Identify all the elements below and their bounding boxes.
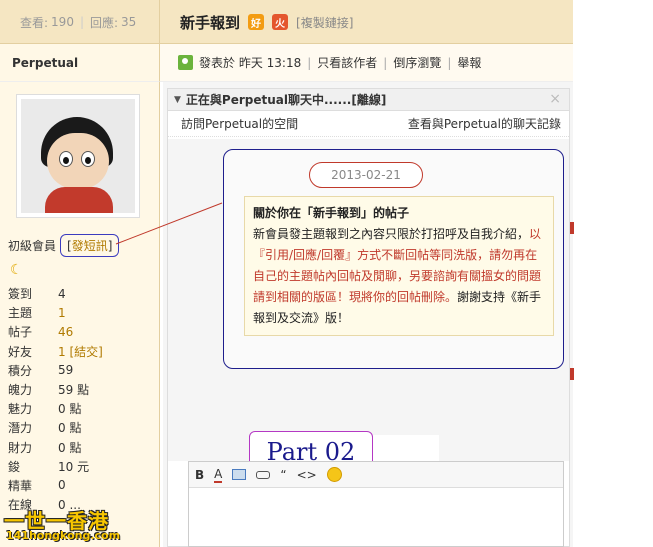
collapse-icon[interactable]: ▼ <box>174 95 181 105</box>
thread-stats: 查看: 190 | 回應: 35 <box>0 0 160 44</box>
post-timestamp: 發表於 昨天 13:18 <box>199 56 302 70</box>
moon-icon: ☾ <box>10 262 23 278</box>
chat-messages: 2013-02-21 關於你在「新手報到」的帖子 新會員發主題報到之內容只限於打… <box>168 139 569 481</box>
chat-window: ▼ 正在與Perpetual聊天中......[離線] × 訪問Perpetua… <box>167 88 570 547</box>
chat-title: 正在與Perpetual聊天中......[離線] <box>185 93 387 107</box>
copy-link-button[interactable]: [複製鏈接] <box>296 14 353 31</box>
post-meta-bar: 發表於 昨天 13:18 | 只看該作者 | 倒序瀏覽 | 舉報 <box>160 44 573 82</box>
avatar-image <box>21 99 135 213</box>
thread-title-area: 新手報到 好 火 [複製鏈接] <box>180 0 353 44</box>
replies-label: 回應: <box>90 15 119 30</box>
code-button[interactable]: <> <box>297 468 317 482</box>
page-title: 新手報到 <box>180 13 241 32</box>
divider: | <box>79 15 84 29</box>
stat-row[interactable]: 好友 1 [結交] <box>8 342 158 361</box>
thread-header: 查看: 190 | 回應: 35 新手報到 好 火 [複製鏈接] <box>0 0 573 44</box>
views-label: 查看: <box>20 15 49 30</box>
stat-row[interactable]: 帖子 46 <box>8 322 158 341</box>
stat-row[interactable]: 主題 1 <box>8 303 158 322</box>
divider: | <box>307 55 312 70</box>
editor-toolbar: B A “ <> <box>189 462 563 488</box>
chat-history-link[interactable]: 查看與Perpetual的聊天記錄 <box>408 115 561 132</box>
author-name[interactable]: Perpetual <box>0 44 160 82</box>
member-rank: 初級會員 [發短訊] <box>8 234 120 257</box>
only-author-link[interactable]: 只看該作者 <box>317 54 377 71</box>
avatar[interactable] <box>16 94 140 218</box>
divider: | <box>447 55 452 70</box>
font-color-button[interactable]: A <box>214 467 223 483</box>
send-pm-button[interactable]: [發短訊] <box>60 234 120 257</box>
post-content-area: ▼ 正在與Perpetual聊天中......[離線] × 訪問Perpetua… <box>163 82 573 547</box>
edge-fragment <box>570 222 574 234</box>
quote-button[interactable]: “ <box>280 468 286 482</box>
bold-button[interactable]: B <box>195 468 204 482</box>
rank-label: 初級會員 <box>8 239 57 253</box>
message-heading: 關於你在「新手報到」的帖子 <box>253 206 410 220</box>
edge-fragment <box>570 368 574 380</box>
message-body: 新會員發主題報到之內容只限於打招呼及自我介紹，以『引用/回應/回覆』方式不斷回帖… <box>253 227 542 325</box>
stat-row: 魅力 0 點 <box>8 402 82 417</box>
message-date: 2013-02-21 <box>309 162 423 188</box>
views-count: 190 <box>51 15 74 29</box>
link-icon[interactable] <box>256 470 271 479</box>
chat-links: 訪問Perpetual的空間 查看與Perpetual的聊天記錄 <box>168 111 569 137</box>
logo-domain: 141hongkong.com <box>6 529 121 542</box>
stat-row: 潛力 0 點 <box>8 421 82 436</box>
replies-count: 35 <box>121 15 137 29</box>
close-icon[interactable]: × <box>549 91 561 107</box>
stat-row: 簽到 4 <box>8 286 66 302</box>
stat-row: 鋑 10 元 <box>8 459 90 474</box>
visit-space-link[interactable]: 訪問Perpetual的空間 <box>181 115 298 132</box>
author-stats: 簽到 4 主題 1 帖子 46 好友 1 [結交] 積分 59 魄力 59 點 魅力 0 點 … <box>8 284 158 514</box>
reverse-order-link[interactable]: 倒序瀏覽 <box>393 54 441 71</box>
send-pm-label: 發短訊 <box>71 239 108 253</box>
report-link[interactable]: 舉報 <box>457 54 481 71</box>
message-editor[interactable]: B A “ <> <box>188 461 564 547</box>
image-icon[interactable] <box>232 469 247 480</box>
online-status-icon <box>178 55 193 70</box>
smiley-icon[interactable] <box>326 467 342 482</box>
message-bubble: 關於你在「新手報到」的帖子 新會員發主題報到之內容只限於打招呼及自我介紹，以『引… <box>244 196 554 336</box>
stat-row: 魄力 59 點 <box>8 383 90 398</box>
site-logo: 一世一香港 141hongkong.com <box>0 505 130 545</box>
stat-row: 積分 59 <box>8 363 74 378</box>
stat-row: 精華 0 <box>8 478 66 493</box>
divider: | <box>383 55 388 70</box>
good-badge-icon: 好 <box>248 14 265 30</box>
hot-badge-icon: 火 <box>272 14 289 30</box>
message-highlight: 2013-02-21 關於你在「新手報到」的帖子 新會員發主題報到之內容只限於打… <box>223 149 564 369</box>
chat-header[interactable]: ▼ 正在與Perpetual聊天中......[離線] <box>168 89 569 111</box>
stat-row: 財力 0 點 <box>8 440 82 455</box>
author-sidebar: 初級會員 [發短訊] ☾ 簽到 4 主題 1 帖子 46 好友 1 [結交] 積分 59 … <box>0 82 160 547</box>
